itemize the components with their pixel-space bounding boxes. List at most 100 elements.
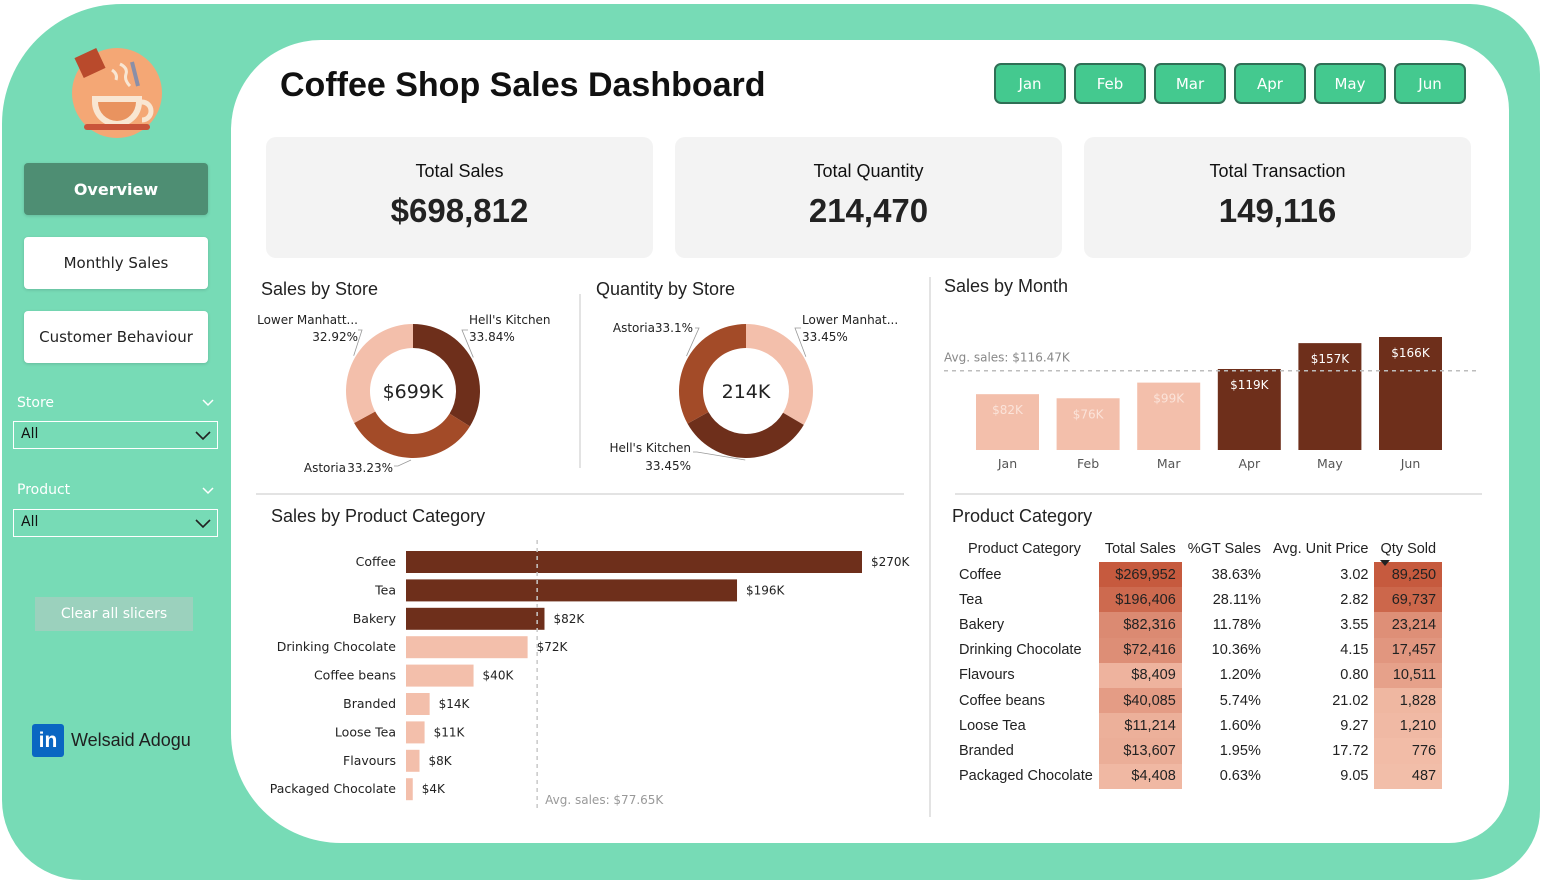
- month-bar: [1056, 398, 1120, 450]
- slice-label: Astoria: [304, 461, 346, 475]
- store-slicer-dropdown[interactable]: All: [13, 421, 218, 449]
- category-cell: Drinking Chocolate: [959, 642, 1082, 659]
- table-row: Coffee beans $40,085 5.74% 21.02 1,828: [952, 687, 1443, 714]
- kpi-value: 214,470: [808, 192, 929, 229]
- product-slicer-label: Product: [17, 482, 71, 498]
- bar-data-label: $119K: [1230, 378, 1270, 392]
- category-bar: [406, 607, 545, 630]
- divider: [579, 294, 581, 468]
- unit-price-cell: 3.55: [1340, 616, 1369, 633]
- donut-slice: [687, 411, 804, 458]
- x-tick-label: Jan: [997, 456, 1017, 471]
- quantity-by-store-chart: Lower Manhat... 33.45% Hell's Kitchen 33.45…: [609, 313, 898, 473]
- product-slicer-dropdown[interactable]: All: [13, 509, 218, 537]
- nav-overview-button[interactable]: Overview: [24, 163, 208, 215]
- kpi-value: 149,116: [1218, 192, 1337, 229]
- column-header[interactable]: Total Sales: [1099, 536, 1182, 562]
- slice-value-label: 33.45%: [645, 459, 691, 473]
- qty-sold-cell: 487: [1374, 763, 1443, 789]
- slice-label: Lower Manhat...: [802, 313, 898, 327]
- table-row: Branded $13,607 1.95% 17.72 776: [952, 738, 1443, 764]
- category-bar: [406, 664, 474, 687]
- percent-cell: 1.95%: [1219, 742, 1261, 759]
- bar-data-label: $8K: [429, 754, 453, 768]
- total-sales-cell: $8,409: [1098, 662, 1182, 688]
- kpi-label: Total Sales: [415, 161, 504, 181]
- average-label: Avg. sales: $77.65K: [545, 793, 664, 807]
- linkedin-icon: in: [32, 724, 64, 757]
- column-header[interactable]: Product Category: [952, 536, 1099, 562]
- kpi-total-sales: Total Sales $698,812: [266, 137, 653, 258]
- qty-sold-cell: 776: [1374, 738, 1443, 764]
- unit-price-cell: 17.72: [1332, 742, 1369, 759]
- month-button-feb[interactable]: Feb: [1074, 63, 1146, 104]
- chevron-down-icon[interactable]: [202, 484, 214, 496]
- unit-price-cell: 9.27: [1340, 717, 1369, 734]
- category-bar: [406, 579, 738, 602]
- slice-value-label: 33.23%: [347, 461, 393, 475]
- chevron-down-icon: [195, 519, 211, 529]
- divider: [955, 493, 1482, 495]
- category-cell: Flavours: [959, 667, 1015, 684]
- x-tick-label: Jun: [1400, 456, 1421, 471]
- category-bar: [406, 778, 413, 801]
- kpi-label: Total Transaction: [1209, 161, 1346, 181]
- month-button-may[interactable]: May: [1314, 63, 1386, 104]
- y-tick-label: Flavours: [343, 753, 396, 768]
- bar-data-label: $14K: [439, 697, 471, 711]
- category-bar: [406, 721, 425, 744]
- y-tick-label: Coffee beans: [314, 668, 396, 683]
- unit-price-cell: 0.80: [1340, 667, 1369, 684]
- category-cell: Packaged Chocolate: [959, 768, 1093, 785]
- leader-line: [394, 459, 412, 467]
- column-header-sorted[interactable]: Qty Sold: [1374, 536, 1442, 566]
- percent-cell: 5.74%: [1219, 692, 1261, 709]
- sales-by-month-chart: $82K Jan $76K Feb $99K Mar $119K Apr $157K May $16…: [944, 337, 1476, 471]
- column-header[interactable]: Avg. Unit Price: [1267, 536, 1375, 562]
- product-category-table-title: Product Category: [952, 506, 1093, 526]
- month-button-jan[interactable]: Jan: [994, 63, 1066, 104]
- slice-value-label: 32.92%: [312, 330, 358, 344]
- y-tick-label: Drinking Chocolate: [277, 639, 397, 654]
- bar-data-label: $40K: [483, 669, 515, 683]
- percent-cell: 10.36%: [1211, 642, 1261, 659]
- month-button-mar[interactable]: Mar: [1154, 63, 1226, 104]
- total-sales-cell: $269,952: [1098, 562, 1182, 588]
- category-cell: Coffee beans: [959, 692, 1045, 709]
- month-slicer: Jan Feb Mar Apr May Jun: [994, 63, 1466, 104]
- column-header[interactable]: %GT Sales: [1182, 536, 1267, 562]
- table-row: Flavours $8,409 1.20% 0.80 10,511: [952, 662, 1443, 688]
- author-link[interactable]: in Welsaid Adogu: [32, 724, 191, 757]
- category-bar: [406, 551, 862, 573]
- donut-slice: [679, 324, 746, 424]
- slice-label: Astoria: [613, 321, 655, 335]
- clear-slicers-button[interactable]: Clear all slicers: [35, 597, 193, 631]
- slice-value-label: 33.84%: [469, 330, 515, 344]
- bar-data-label: $72K: [537, 640, 569, 654]
- x-tick-label: May: [1317, 456, 1343, 471]
- chevron-down-icon[interactable]: [202, 396, 214, 408]
- month-button-apr[interactable]: Apr: [1234, 63, 1306, 104]
- table-row: Tea $196,406 28.11% 2.82 69,737: [952, 587, 1443, 613]
- table-body: Coffee $269,952 38.63% 3.02 89,250 Tea $196,40…: [952, 562, 1443, 789]
- bar-data-label: $157K: [1311, 352, 1351, 366]
- sales-by-store-chart: Hell's Kitchen 33.84% Astoria 33.23% Lower M…: [257, 313, 551, 475]
- table-row: Loose Tea $11,214 1.60% 9.27 1,210: [952, 713, 1443, 739]
- x-tick-label: Apr: [1238, 456, 1260, 471]
- unit-price-cell: 4.15: [1340, 642, 1369, 659]
- total-sales-cell: $4,408: [1098, 763, 1182, 789]
- bar-data-label: $82K: [553, 612, 585, 626]
- donut-center-label: $699K: [383, 381, 444, 403]
- slice-label: Hell's Kitchen: [609, 441, 691, 455]
- kpi-total-quantity: Total Quantity 214,470: [675, 137, 1062, 258]
- quantity-by-store-title: Quantity by Store: [596, 279, 736, 299]
- table-row: Bakery $82,316 11.78% 3.55 23,214: [952, 612, 1443, 638]
- slice-label: Hell's Kitchen: [469, 313, 551, 327]
- y-tick-label: Branded: [343, 696, 396, 711]
- nav-customer-behaviour-button[interactable]: Customer Behaviour: [24, 311, 208, 363]
- nav-monthly-sales-button[interactable]: Monthly Sales: [24, 237, 208, 289]
- month-button-jun[interactable]: Jun: [1394, 63, 1466, 104]
- total-sales-cell: $72,416: [1098, 637, 1182, 663]
- total-sales-cell: $40,085: [1098, 687, 1182, 714]
- unit-price-cell: 3.02: [1340, 566, 1369, 583]
